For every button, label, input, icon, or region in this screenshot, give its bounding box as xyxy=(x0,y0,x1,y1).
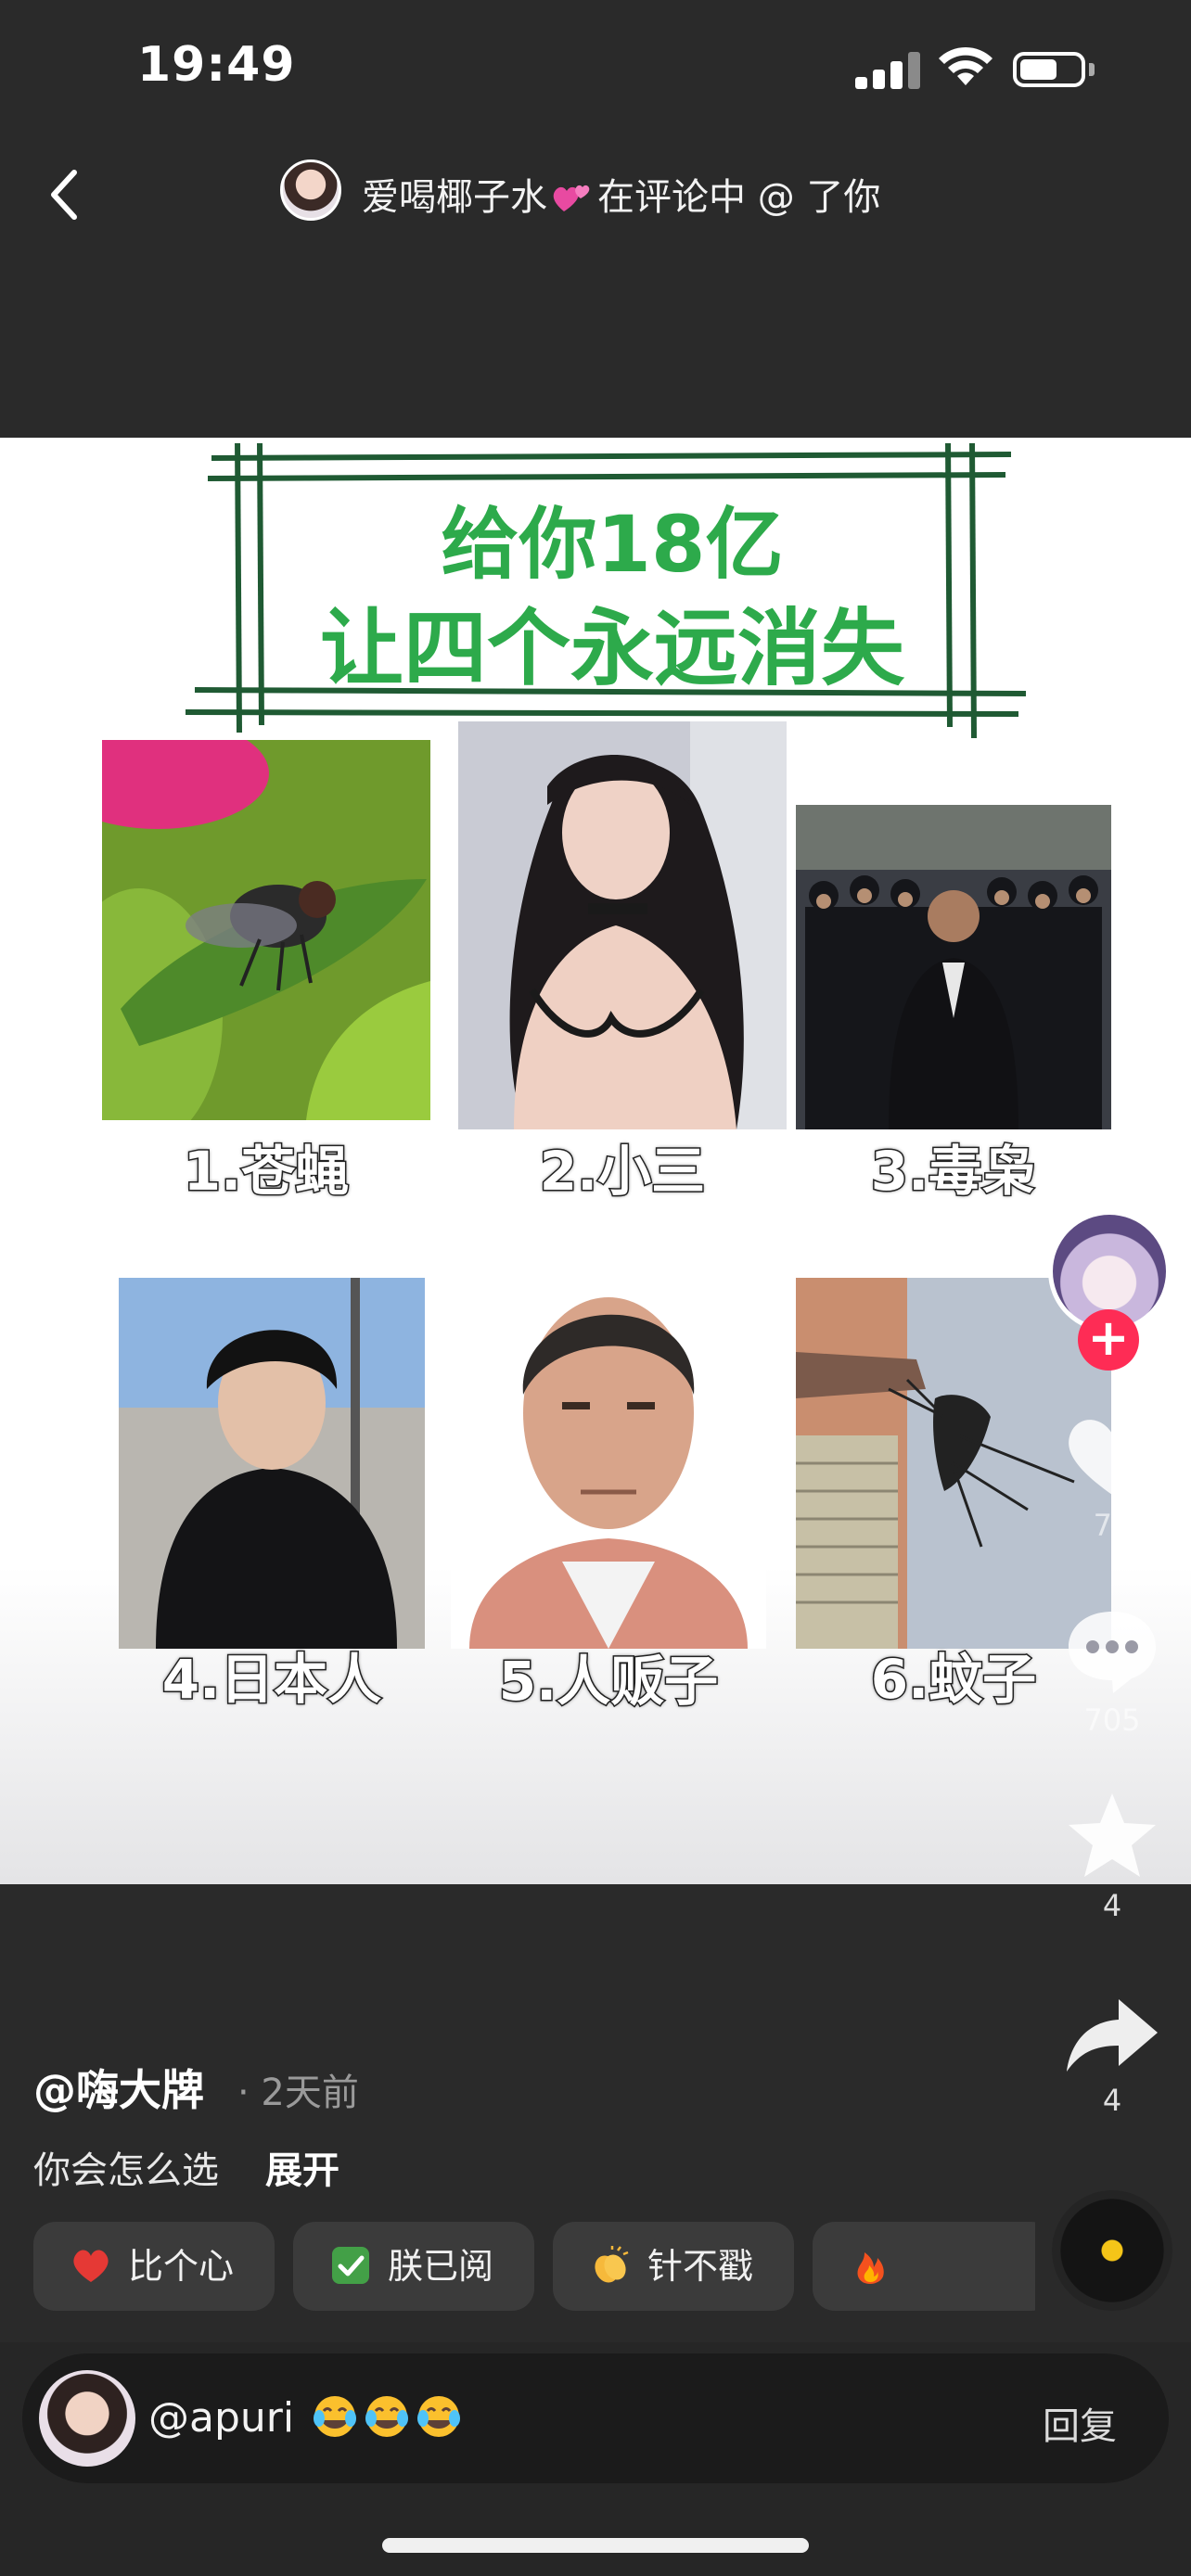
option-3-label: 3.毒枭 xyxy=(869,1139,1037,1205)
reply-button[interactable]: 回复 xyxy=(1043,2396,1117,2450)
clapping-hands-emoji-icon xyxy=(595,2246,629,2283)
mentioner-avatar[interactable] xyxy=(280,159,341,221)
nav-header: 爱喝椰子水 在评论中 @ 了你 xyxy=(0,139,1191,438)
tears-of-joy-emoji-icon xyxy=(314,2396,357,2437)
option-5: 5.人贩子 xyxy=(451,1256,766,1715)
comment-button[interactable]: 705 xyxy=(1052,1604,1172,1738)
option-3: 3.毒枭 xyxy=(796,805,1111,1205)
mention-handle: @apuri xyxy=(148,2394,295,2442)
fire-emoji-icon xyxy=(857,2252,884,2284)
option-4-label: 4.日本人 xyxy=(160,1647,382,1713)
battery-icon xyxy=(1013,52,1085,87)
reply-input[interactable]: @apuri 回复 xyxy=(22,2353,1169,2483)
post-time: · 2天前 xyxy=(237,2072,359,2114)
follow-button[interactable]: + xyxy=(1078,1309,1139,1371)
header-title: 爱喝椰子水 在评论中 @ 了你 xyxy=(362,167,880,221)
commenter-avatar[interactable] xyxy=(39,2370,135,2467)
like-count: 70 xyxy=(1093,1508,1132,1543)
favorite-button[interactable]: 4 xyxy=(1052,1790,1172,1923)
option-2: 2.小三 xyxy=(458,721,787,1205)
like-button[interactable]: 70 xyxy=(1052,1409,1172,1543)
image-title-line-1: 给你18亿 xyxy=(441,499,784,590)
option-4: 4.日本人 xyxy=(119,1278,425,1713)
option-1: 1.苍蝇 xyxy=(102,740,430,1205)
tears-of-joy-emoji-icon xyxy=(417,2396,461,2437)
quick-reply-bar: 比个心 朕已阅 针不戳 xyxy=(33,2222,1035,2311)
japanese-man-photo xyxy=(119,1278,425,1649)
mentioner-name[interactable]: 爱喝椰子水 xyxy=(362,176,547,219)
option-2-label: 2.小三 xyxy=(538,1139,706,1205)
header-title-suffix: 在评论中 @ 了你 xyxy=(597,176,881,219)
quick-reply-check[interactable]: 朕已阅 xyxy=(293,2222,534,2311)
wifi-icon xyxy=(939,46,992,85)
battery-nub xyxy=(1089,63,1095,76)
quick-reply-label: 朕已阅 xyxy=(388,2246,494,2287)
tears-of-joy-emoji-icon xyxy=(365,2396,409,2437)
quick-reply-clap[interactable]: 针不戳 xyxy=(553,2222,794,2311)
trafficker-photo xyxy=(451,1256,766,1649)
share-count: 4 xyxy=(1102,2083,1122,2118)
status-time: 19:49 xyxy=(137,37,296,93)
comment-bubble-icon xyxy=(1069,1612,1156,1693)
red-heart-emoji-icon xyxy=(73,2250,109,2282)
author-name[interactable]: @嗨大牌 xyxy=(33,2057,204,2118)
expand-link[interactable]: 展开 xyxy=(265,2140,339,2194)
music-disc-icon[interactable] xyxy=(1052,2190,1172,2311)
reply-comment-text: @apuri xyxy=(148,2392,463,2442)
fly-photo xyxy=(102,740,430,1120)
share-arrow-icon xyxy=(1067,1999,1158,2072)
star-icon xyxy=(1069,1793,1156,1877)
status-bar: 19:49 xyxy=(0,0,1191,139)
woman-photo xyxy=(458,721,787,1129)
option-5-label: 5.人贩子 xyxy=(497,1649,719,1715)
two-hearts-emoji-icon xyxy=(553,185,590,211)
post-image[interactable]: 给你18亿 让四个永远消失 1.苍蝇 2.小三 3.毒枭 4.日本人 5.人贩子… xyxy=(0,438,1191,1884)
share-button[interactable]: 4 xyxy=(1052,1994,1172,2118)
home-indicator[interactable] xyxy=(382,2538,809,2553)
quick-reply-label: 比个心 xyxy=(128,2246,235,2287)
cellular-signal-icon xyxy=(855,52,920,89)
heart-icon xyxy=(1069,1420,1156,1495)
back-chevron-icon[interactable] xyxy=(43,165,87,224)
quick-reply-fire[interactable] xyxy=(813,2222,1035,2311)
check-mark-emoji-icon xyxy=(332,2247,369,2284)
title-frame: 给你18亿 让四个永远消失 xyxy=(186,443,1039,740)
comment-count: 705 xyxy=(1083,1702,1141,1738)
quick-reply-heart[interactable]: 比个心 xyxy=(33,2222,275,2311)
option-1-label: 1.苍蝇 xyxy=(182,1139,350,1205)
quick-reply-label: 针不戳 xyxy=(647,2246,754,2287)
image-title-line-2: 让四个永远消失 xyxy=(320,600,904,697)
drug-lord-photo xyxy=(796,805,1111,1129)
favorite-count: 4 xyxy=(1102,1888,1122,1923)
post-description: 你会怎么选 xyxy=(33,2149,219,2192)
